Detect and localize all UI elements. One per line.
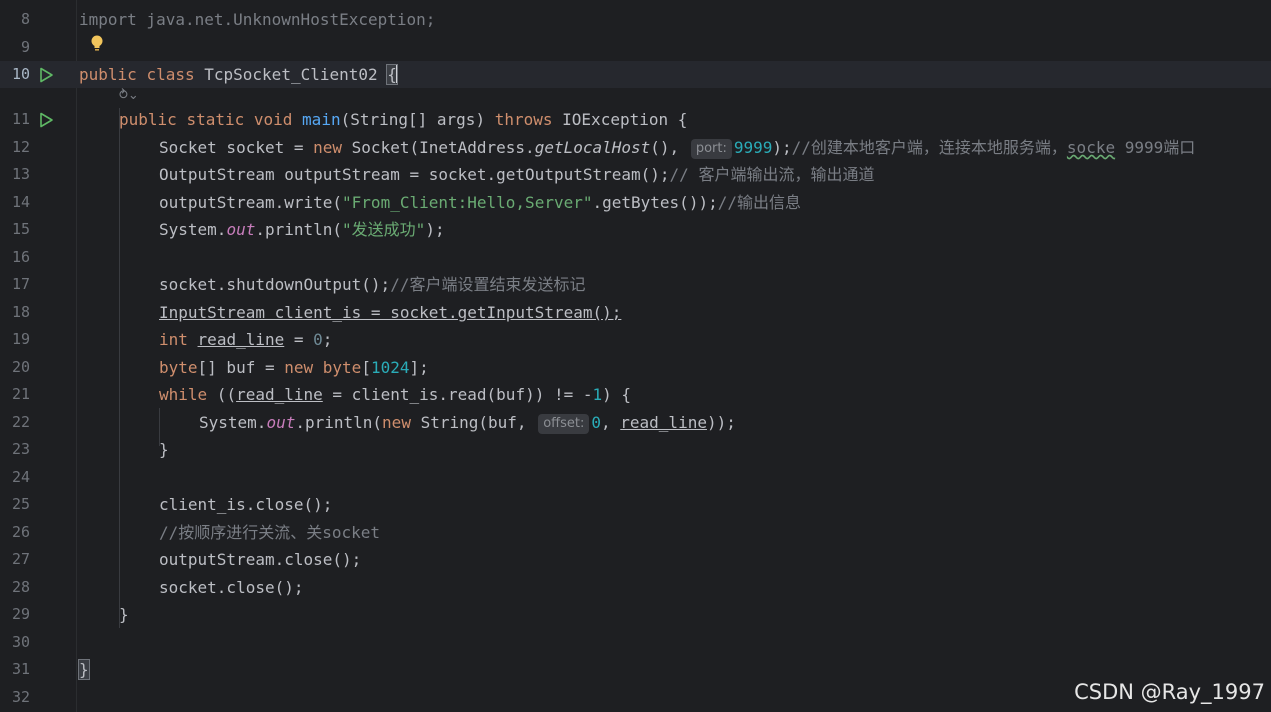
line-number: 31 <box>11 660 30 678</box>
code-line[interactable]: 23 } <box>0 436 1271 463</box>
code-line[interactable]: 25 client_is.close(); <box>0 491 1271 518</box>
line-number: 21 <box>11 385 30 403</box>
code-line[interactable]: 27 outputStream.close(); <box>0 546 1271 573</box>
code-text: outputStream.close(); <box>159 550 362 569</box>
code-line[interactable]: 29 } <box>0 601 1271 628</box>
code-line[interactable]: 19 int read_line = 0; <box>0 326 1271 353</box>
code-line[interactable]: 30 <box>0 629 1271 656</box>
code-text: while ((read_line = client_is.read(buf))… <box>159 385 632 404</box>
code-line[interactable]: 26 //按顺序进行关流、关socket <box>0 519 1271 546</box>
code-editor[interactable]: 8 import java.net.UnknownHostException; … <box>0 0 1271 712</box>
code-text: import java.net.UnknownHostException; <box>79 10 436 29</box>
code-text: public static void main(String[] args) t… <box>119 110 688 129</box>
line-number: 32 <box>11 688 30 706</box>
code-line[interactable]: 12 Socket socket = new Socket(InetAddres… <box>0 134 1271 161</box>
run-main-icon[interactable] <box>38 112 54 128</box>
line-number: 17 <box>11 275 30 293</box>
code-text: socket.shutdownOutput();//客户端设置结束发送标记 <box>159 275 586 294</box>
code-vision-icon[interactable]: ⥁⌄ <box>119 88 139 103</box>
watermark: CSDN @Ray_1997 <box>1074 680 1265 704</box>
line-number: 30 <box>11 633 30 651</box>
brace-highlight: } <box>78 659 90 680</box>
line-number: 20 <box>11 358 30 376</box>
code-text: System.out.println(new String(buf, offse… <box>199 413 736 434</box>
code-line[interactable]: 20 byte[] buf = new byte[1024]; <box>0 354 1271 381</box>
line-number: 28 <box>11 578 30 596</box>
code-text: System.out.println("发送成功"); <box>159 220 445 239</box>
code-text: public class TcpSocket_Client02 { <box>79 64 398 85</box>
line-number: 12 <box>11 138 30 156</box>
code-text: byte[] buf = new byte[1024]; <box>159 358 429 377</box>
run-class-icon[interactable] <box>38 67 54 83</box>
code-line[interactable]: 31 } <box>0 656 1271 683</box>
param-hint-offset: offset: <box>538 414 590 434</box>
code-line[interactable]: 9 <box>0 34 1271 61</box>
code-line[interactable]: 14 outputStream.write("From_Client:Hello… <box>0 189 1271 216</box>
code-line[interactable]: 28 socket.close(); <box>0 574 1271 601</box>
code-text: InputStream client_is = socket.getInputS… <box>159 303 622 322</box>
line-number: 16 <box>11 248 30 266</box>
line-number: 11 <box>11 110 30 128</box>
code-line[interactable]: 8 import java.net.UnknownHostException; <box>0 6 1271 33</box>
code-text: socket.close(); <box>159 578 304 597</box>
line-number: 19 <box>11 330 30 348</box>
line-number: 26 <box>11 523 30 541</box>
code-line-current[interactable]: 10 public class TcpSocket_Client02 { <box>0 61 1271 88</box>
line-number: 27 <box>11 550 30 568</box>
line-number: 14 <box>11 193 30 211</box>
line-number: 8 <box>20 10 30 28</box>
code-line[interactable]: 22 System.out.println(new String(buf, of… <box>0 409 1271 436</box>
line-number: 22 <box>11 413 30 431</box>
line-number: 10 <box>11 65 30 83</box>
text-caret <box>395 65 398 83</box>
code-text: client_is.close(); <box>159 495 333 514</box>
line-number: 9 <box>20 38 30 56</box>
code-line[interactable]: 21 while ((read_line = client_is.read(bu… <box>0 381 1271 408</box>
param-hint-port: port: <box>690 139 732 159</box>
code-line[interactable]: 15 System.out.println("发送成功"); <box>0 216 1271 243</box>
lightbulb-icon[interactable] <box>89 34 105 52</box>
line-number: 15 <box>11 220 30 238</box>
code-line[interactable]: 11 public static void main(String[] args… <box>0 106 1271 133</box>
code-comment: //按顺序进行关流、关socket <box>159 523 381 542</box>
code-text: Socket socket = new Socket(InetAddress.g… <box>159 138 1196 159</box>
code-text: int read_line = 0; <box>159 330 333 349</box>
code-line[interactable]: 13 OutputStream outputStream = socket.ge… <box>0 161 1271 188</box>
line-number: 24 <box>11 468 30 486</box>
code-line[interactable]: 24 <box>0 464 1271 491</box>
line-number: 23 <box>11 440 30 458</box>
code-text: } <box>119 605 129 624</box>
code-text: OutputStream outputStream = socket.getOu… <box>159 165 875 184</box>
code-line[interactable]: 18 InputStream client_is = socket.getInp… <box>0 299 1271 326</box>
code-line[interactable]: 17 socket.shutdownOutput();//客户端设置结束发送标记 <box>0 271 1271 298</box>
code-line[interactable]: 16 <box>0 244 1271 271</box>
line-number: 25 <box>11 495 30 513</box>
code-text: } <box>78 656 90 683</box>
line-number: 29 <box>11 605 30 623</box>
line-number: 18 <box>11 303 30 321</box>
code-text: outputStream.write("From_Client:Hello,Se… <box>159 193 801 212</box>
line-number: 13 <box>11 165 30 183</box>
code-text: } <box>159 440 169 459</box>
